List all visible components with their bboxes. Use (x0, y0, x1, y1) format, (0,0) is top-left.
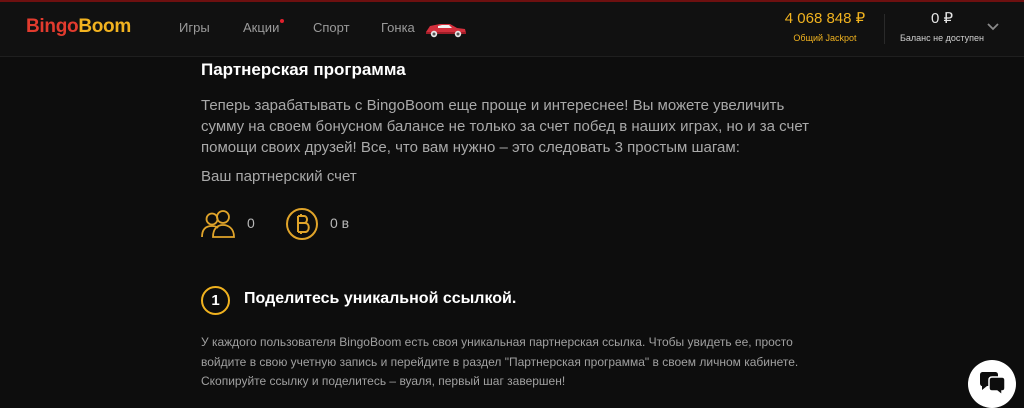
step-title: Поделитесь уникальной ссылкой. (244, 290, 517, 307)
balance-widget[interactable]: 0 ₽ Баланс не доступен (892, 9, 992, 43)
referrals-count: 0 (247, 215, 255, 231)
step-description: У каждого пользователя BingoBoom есть св… (201, 335, 799, 388)
bingoboom-logo[interactable]: BingoBoom (26, 16, 131, 38)
chat-icon (980, 372, 1006, 397)
jackpot-amount: 4 068 848 ₽ (784, 10, 866, 27)
balance-label: Баланс не доступен (900, 33, 984, 43)
nav-sport[interactable]: Спорт (313, 20, 350, 35)
bonus-coin-icon (286, 208, 318, 240)
nav-promotions-label: Акции (243, 20, 280, 35)
notification-dot (280, 19, 285, 23)
race-car-icon[interactable] (424, 19, 468, 39)
step-number-badge: 1 (201, 286, 230, 315)
intro-text: Теперь зарабатывать с BingoBoom еще прощ… (201, 97, 810, 156)
logo-bingo: Bingo (26, 16, 79, 37)
chevron-down-icon[interactable] (986, 22, 1000, 32)
coins-value: 0 в (330, 215, 350, 231)
balance-amount: 0 ₽ (930, 10, 954, 27)
top-accent-line (0, 0, 1024, 2)
nav-race[interactable]: Гонка (381, 20, 415, 35)
nav-promotions[interactable]: Акции (243, 19, 285, 35)
page-title: Партнерская программа (201, 60, 406, 79)
header-divider (884, 14, 885, 44)
nav-games[interactable]: Игры (179, 20, 210, 35)
jackpot-label: Общий Jackpot (793, 33, 857, 43)
jackpot-widget[interactable]: 4 068 848 ₽ Общий Jackpot (760, 9, 890, 43)
logo-boom: Boom (78, 16, 131, 37)
users-icon (201, 210, 235, 238)
chat-button[interactable] (968, 360, 1016, 408)
partner-account-label: Ваш партнерский счет (201, 168, 357, 185)
top-navigation-bar: BingoBoom Игры Акции Спорт Гонка 4 068 8… (0, 0, 1024, 57)
